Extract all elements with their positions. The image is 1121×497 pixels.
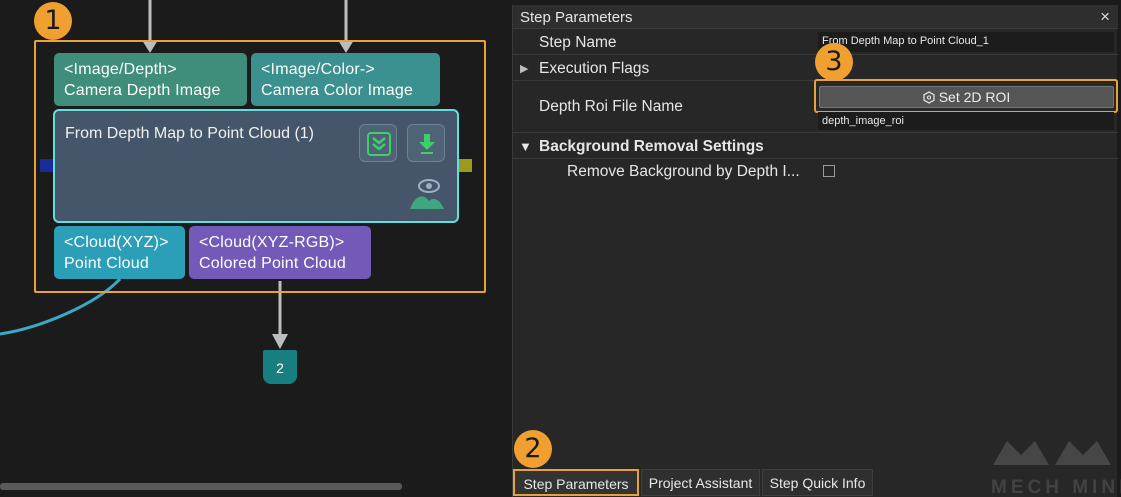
app-window: 1 <Image/Depth> Camera Depth Image <Imag… — [0, 0, 1121, 497]
expand-caret-icon[interactable]: ▶ — [520, 62, 528, 75]
execution-flags-label: Execution Flags — [539, 60, 650, 77]
port-name: Point Cloud — [64, 255, 149, 272]
port-name: Camera Depth Image — [64, 82, 221, 99]
visualize-output-icon[interactable] — [409, 177, 445, 211]
collapse-caret-icon[interactable]: ▼ — [519, 139, 532, 154]
control-output-port[interactable] — [459, 159, 472, 172]
debug-output-button[interactable] — [407, 124, 445, 162]
input-port-depth-image[interactable]: <Image/Depth> Camera Depth Image — [54, 53, 247, 106]
callout-3: 3 — [815, 43, 853, 81]
output-port-colored-point-cloud[interactable]: <Cloud(XYZ-RGB)> Colored Point Cloud — [189, 226, 371, 279]
port-name: Colored Point Cloud — [199, 255, 346, 272]
remove-background-checkbox[interactable] — [823, 165, 835, 177]
tab-step-quick-info[interactable]: Step Quick Info — [762, 469, 873, 496]
step-name-input[interactable]: From Depth Map to Point Cloud_1 — [818, 32, 1114, 52]
close-icon[interactable]: × — [1100, 7, 1110, 27]
tab-step-parameters[interactable]: Step Parameters — [513, 469, 639, 496]
panel-title: Step Parameters — [520, 9, 633, 26]
tab-project-assistant[interactable]: Project Assistant — [641, 469, 760, 496]
row-background-removal[interactable]: ▼ Background Removal Settings — [513, 134, 1118, 159]
hexagon-icon — [923, 91, 935, 104]
control-input-port[interactable] — [40, 159, 53, 172]
step-parameters-panel: Step Parameters × Step Name From Depth M… — [512, 5, 1121, 497]
set-roi-label: Set 2D ROI — [938, 89, 1011, 105]
step-title: From Depth Map to Point Cloud (1) — [65, 125, 314, 142]
panel-header: Step Parameters × — [513, 5, 1118, 29]
output-port-point-cloud[interactable]: <Cloud(XYZ)> Point Cloud — [54, 226, 185, 279]
bottom-tab-bar: Step Parameters Project Assistant Step Q… — [513, 469, 1118, 497]
port-type: <Image/Depth> — [64, 61, 177, 78]
horizontal-scrollbar[interactable] — [0, 483, 402, 490]
next-step-badge[interactable]: 2 — [263, 350, 297, 384]
input-port-color-image[interactable]: <Image/Color-> Camera Color Image — [251, 53, 440, 106]
callout-2: 2 — [514, 430, 552, 468]
port-type: <Cloud(XYZ)> — [64, 234, 169, 251]
row-remove-background: Remove Background by Depth I... — [513, 160, 1118, 185]
depth-roi-file-input[interactable]: depth_image_roi — [818, 112, 1114, 130]
row-step-name: Step Name From Depth Map to Point Cloud_… — [513, 30, 1118, 55]
port-type: <Cloud(XYZ-RGB)> — [199, 234, 345, 251]
depth-roi-label: Depth Roi File Name — [539, 98, 683, 115]
download-arrow-icon — [419, 134, 435, 154]
graph-canvas[interactable]: 1 <Image/Depth> Camera Depth Image <Imag… — [0, 0, 507, 497]
port-name: Camera Color Image — [261, 82, 414, 99]
remove-background-label: Remove Background by Depth I... — [567, 163, 800, 180]
callout-1: 1 — [34, 2, 72, 40]
set-2d-roi-button[interactable]: Set 2D ROI — [819, 86, 1114, 108]
collapse-button[interactable] — [359, 124, 397, 162]
port-type: <Image/Color-> — [261, 61, 375, 78]
step-node-depth-to-cloud[interactable]: From Depth Map to Point Cloud (1) — [53, 109, 459, 223]
background-removal-label: Background Removal Settings — [539, 138, 764, 155]
step-name-label: Step Name — [539, 34, 617, 51]
double-chevron-down-icon — [367, 132, 391, 156]
